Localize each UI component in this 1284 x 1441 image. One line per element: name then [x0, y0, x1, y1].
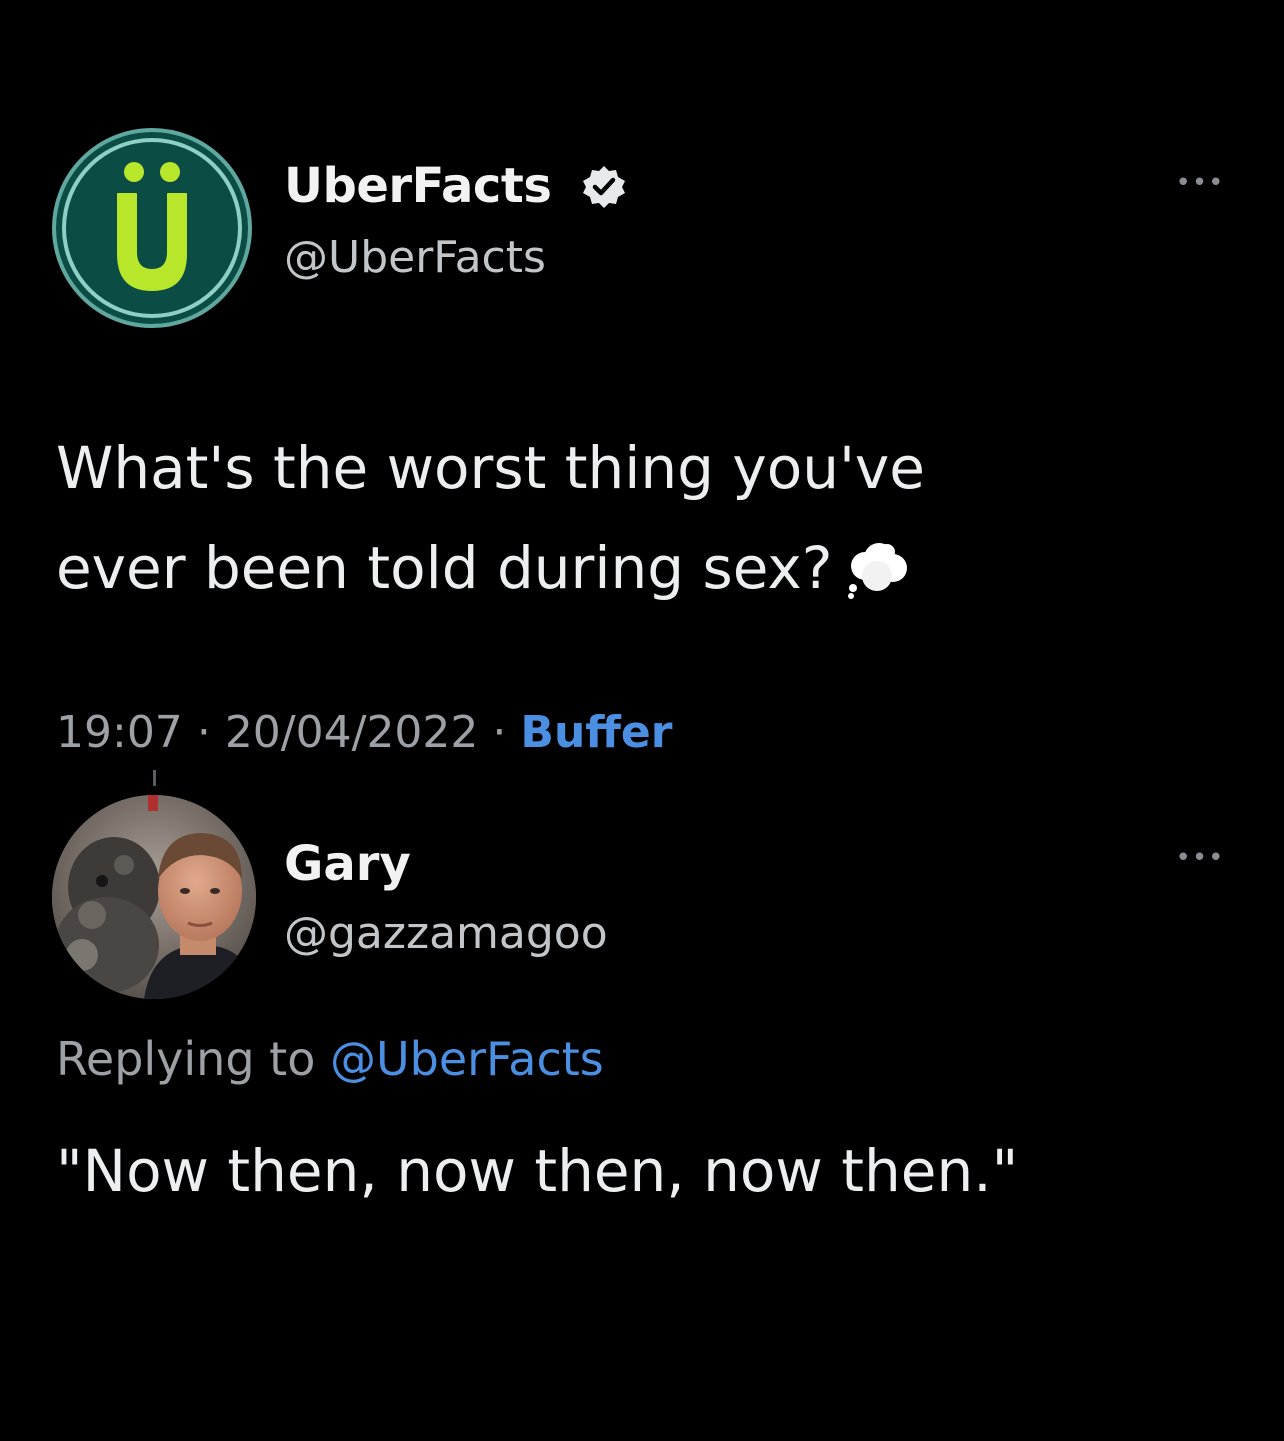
gary-avatar[interactable] [52, 795, 256, 999]
more-options-icon[interactable]: ••• [1172, 168, 1228, 198]
reply-text: "Now then, now then, now then." [56, 1137, 1019, 1205]
replying-to-mention[interactable]: @UberFacts [330, 1032, 604, 1086]
author-name[interactable]: UberFacts [284, 152, 552, 220]
separator: · [492, 707, 507, 758]
tweet-date[interactable]: 20/04/2022 [225, 707, 479, 758]
author-handle[interactable]: @UberFacts [284, 226, 546, 290]
uberfacts-avatar[interactable] [52, 128, 252, 328]
cloud-emoji-icon [847, 543, 907, 599]
more-options-icon[interactable]: ••• [1172, 843, 1228, 873]
reply-author-name[interactable]: Gary [284, 830, 411, 898]
uberfacts-logo-icon [117, 162, 187, 291]
reply-author-handle[interactable]: @gazzamagoo [284, 902, 608, 966]
replying-to-label: Replying to [56, 1032, 316, 1086]
tweet-source-link[interactable]: Buffer [520, 707, 672, 758]
tweet-text-line-1: What's the worst thing you've [56, 434, 925, 502]
tweet-time[interactable]: 19:07 [56, 707, 183, 758]
separator: · [196, 707, 211, 758]
tweet-text-line-2-words: ever been told during sex? [56, 534, 833, 602]
verified-badge-icon [583, 166, 625, 208]
replying-to: Replying to @UberFacts [56, 1024, 604, 1094]
profile-photo [52, 795, 256, 999]
thread-line [153, 770, 156, 786]
tweet-text: What's the worst thing you've ever been … [56, 418, 1206, 618]
screenshot-frame: UberFacts @UberFacts ••• What's the wors… [0, 0, 1284, 1441]
tweet-meta: 19:07 · 20/04/2022 · Buffer [56, 700, 672, 766]
tweet-text-line-2: ever been told during sex? [56, 518, 1206, 618]
